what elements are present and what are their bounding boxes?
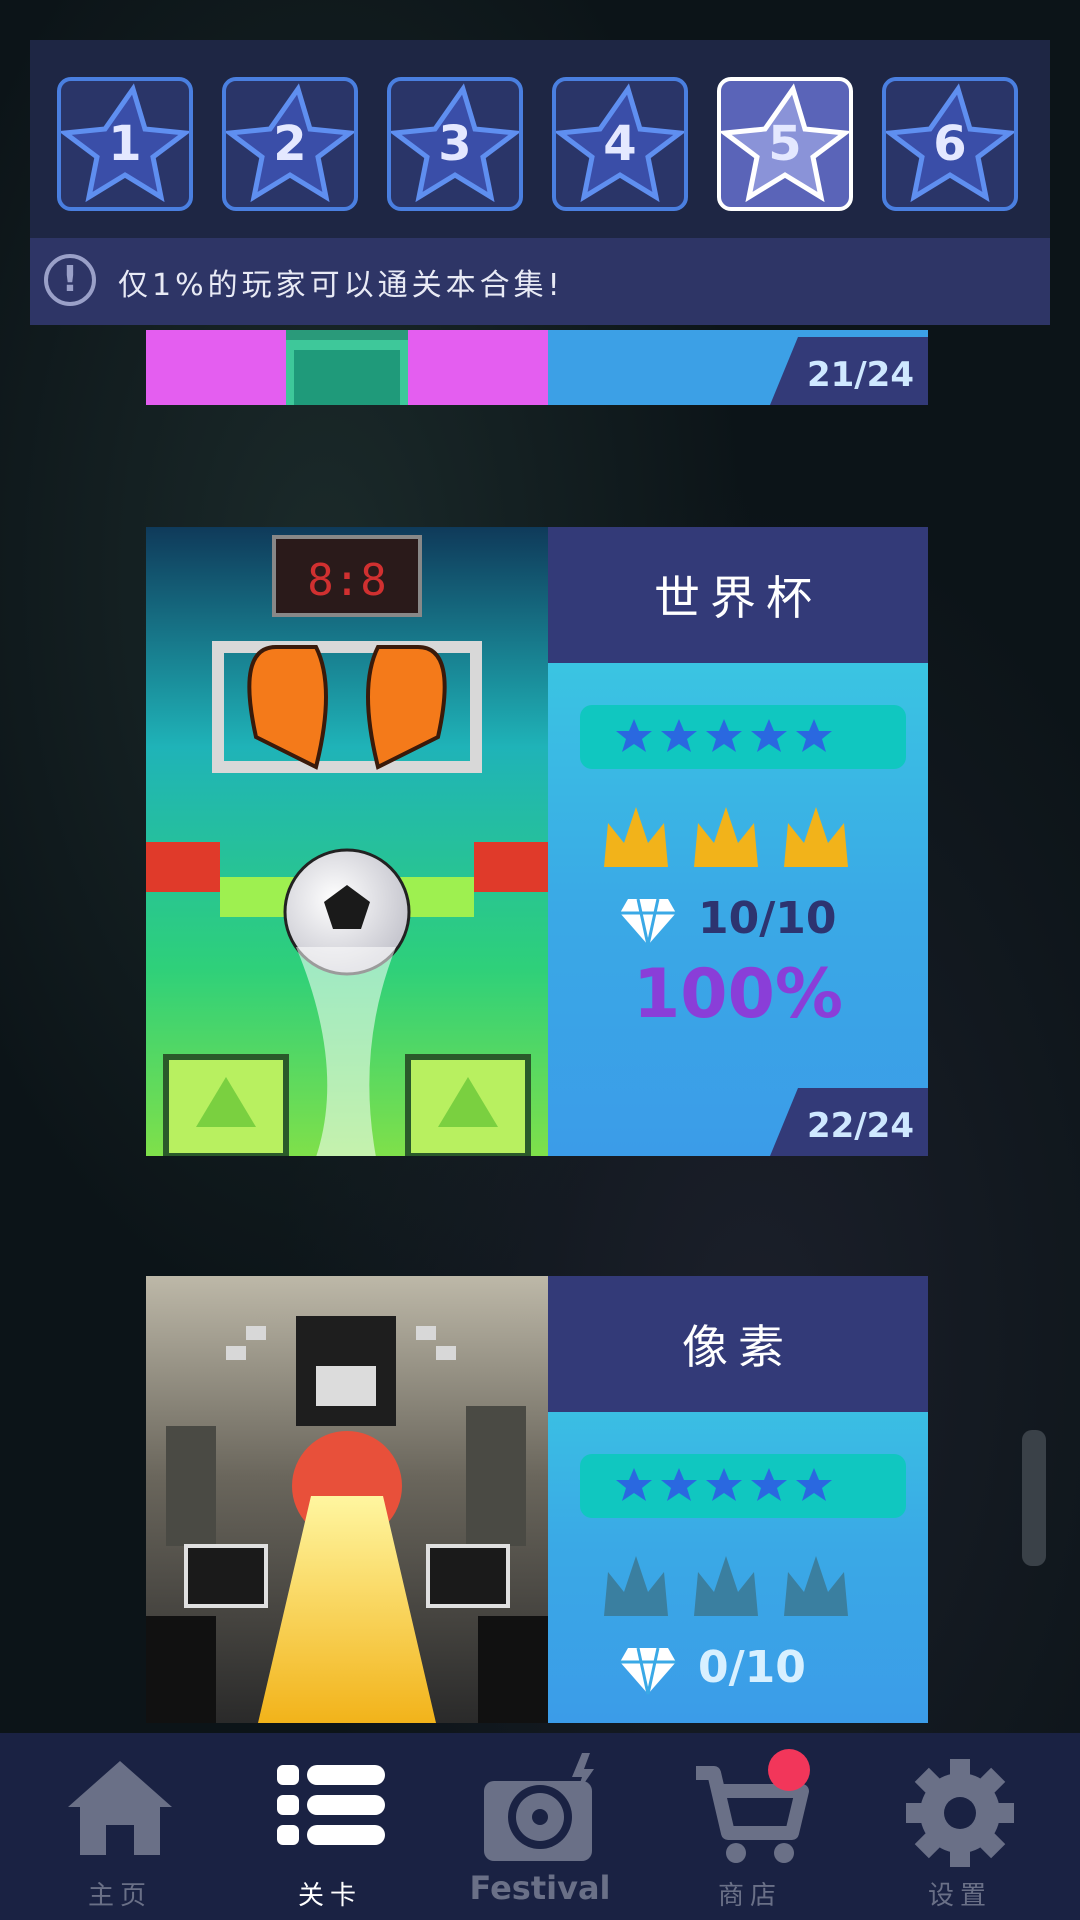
pack-tabs: 1 2 3 4 5 6 [30, 40, 1050, 238]
level-card-pixel[interactable]: 像素 0/10 [146, 1276, 928, 1723]
level-info: 世界杯 10/10 100% 22/24 [548, 527, 928, 1156]
gem-count: 0/10 [698, 1642, 806, 1693]
tab-pack-1[interactable]: 1 [57, 77, 193, 211]
tab-number: 6 [933, 116, 967, 172]
festival-disc-icon [484, 1753, 594, 1861]
star-rating [580, 1454, 906, 1518]
diamond-icon [620, 1647, 676, 1695]
crown-icons [604, 1556, 848, 1616]
diamond-icon [620, 898, 676, 946]
level-card-partial[interactable]: 21/24 [146, 330, 928, 405]
nav-shop-label: 商店 [717, 1881, 782, 1911]
level-info: 21/24 [548, 330, 928, 405]
gem-counter: 10/10 [618, 887, 878, 951]
level-thumbnail [146, 1276, 548, 1723]
level-pack-panel: 1 2 3 4 5 6 ! 仅1%的玩家可以通关本合集! [30, 40, 1050, 325]
level-thumbnail: 8:8 [146, 527, 548, 1156]
tab-pack-4[interactable]: 4 [552, 77, 688, 211]
completion-percent: 100% [632, 955, 844, 1034]
tab-pack-6[interactable]: 6 [882, 77, 1018, 211]
tab-number: 4 [603, 116, 637, 172]
info-bar: ! 仅1%的玩家可以通关本合集! [30, 238, 1050, 325]
level-count: 22/24 [806, 1106, 914, 1146]
level-card-world-cup[interactable]: 8:8 世界杯 10/10 100% 22/24 [146, 527, 928, 1156]
star-rating [580, 705, 906, 769]
exclamation-icon: ! [44, 254, 96, 306]
gem-counter: 0/10 [618, 1636, 878, 1700]
scrollbar[interactable] [1022, 1430, 1046, 1566]
nav-settings[interactable]: 设置 [852, 1733, 1068, 1920]
level-thumbnail [146, 330, 548, 405]
tab-number: 2 [273, 116, 307, 172]
level-title: 世界杯 [654, 571, 822, 625]
nav-shop[interactable]: 商店 [642, 1733, 858, 1920]
tab-pack-2[interactable]: 2 [222, 77, 358, 211]
list-icon [277, 1765, 385, 1845]
home-icon [68, 1761, 172, 1855]
nav-levels[interactable]: 关卡 [222, 1733, 438, 1920]
nav-home[interactable]: 主页 [12, 1733, 228, 1920]
tab-number: 3 [438, 116, 472, 172]
level-title: 像素 [682, 1320, 794, 1374]
level-count: 21/24 [806, 355, 914, 395]
gem-count: 10/10 [698, 893, 837, 944]
cart-icon [696, 1766, 809, 1863]
crown-icons [604, 807, 848, 867]
star-rating-icons [616, 1468, 832, 1501]
tab-pack-3[interactable]: 3 [387, 77, 523, 211]
nav-settings-label: 设置 [927, 1881, 992, 1911]
nav-festival-label: Festival [469, 1869, 611, 1907]
bottom-nav: 主页 关卡 Festival 商店 设置 [0, 1733, 1080, 1920]
nav-festival[interactable]: Festival [432, 1733, 648, 1920]
nav-home-label: 主页 [87, 1881, 152, 1911]
gear-icon [906, 1759, 1014, 1867]
info-text: 仅1%的玩家可以通关本合集! [118, 268, 564, 303]
tab-number: 1 [108, 116, 142, 172]
svg-text:8:8: 8:8 [307, 555, 386, 606]
star-rating-icons [616, 719, 832, 752]
nav-levels-label: 关卡 [297, 1881, 362, 1911]
notification-badge [768, 1749, 810, 1791]
tab-number: 5 [768, 116, 802, 172]
tab-pack-5[interactable]: 5 [717, 77, 853, 211]
level-info: 像素 0/10 [548, 1276, 928, 1723]
